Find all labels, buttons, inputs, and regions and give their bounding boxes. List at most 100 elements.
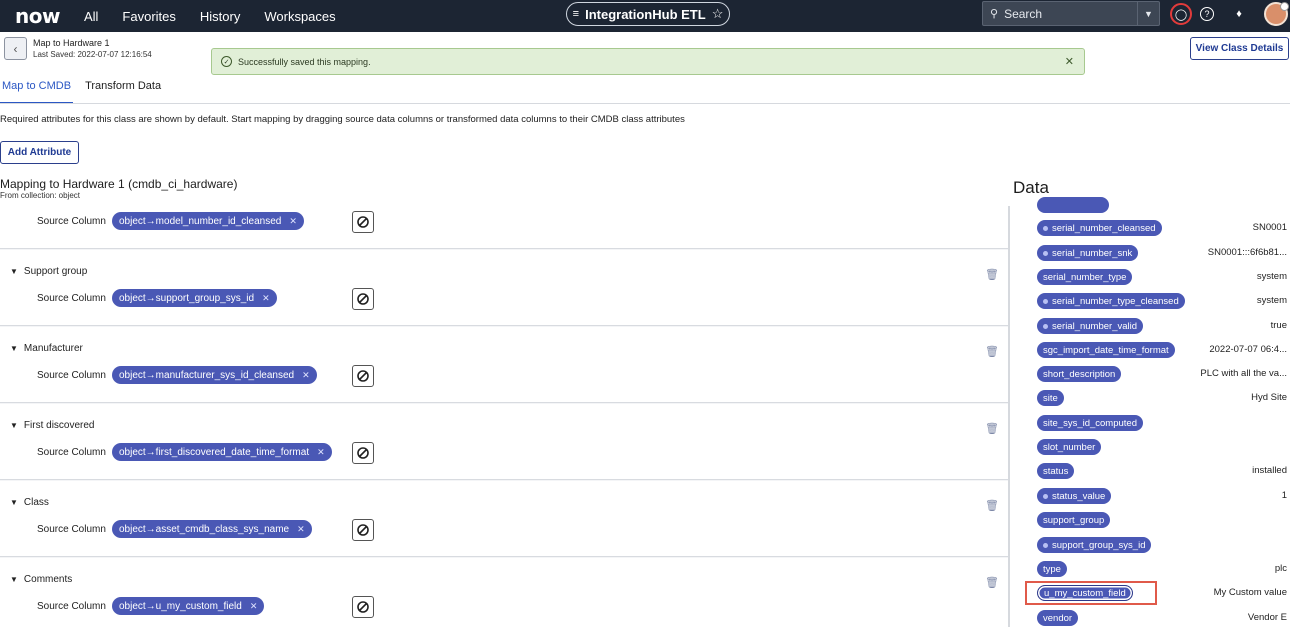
help-icon[interactable]: ? <box>1200 7 1214 21</box>
caret-down-icon[interactable]: ▼ <box>10 344 18 353</box>
data-column-chip[interactable]: site <box>1037 390 1064 406</box>
search-input[interactable]: Search <box>1004 7 1042 21</box>
data-value: installed <box>1252 465 1287 476</box>
nav-history[interactable]: History <box>200 9 240 24</box>
tab-bar: Map to CMDB Transform Data <box>0 74 173 104</box>
transform-icon <box>357 601 369 613</box>
chip-label: object→first_discovered_date_time_format <box>119 446 310 458</box>
global-search[interactable]: ⚲ Search ▼ <box>982 1 1160 26</box>
data-column-chip-highlighted[interactable]: u_my_custom_field <box>1037 585 1133 601</box>
data-column-chip[interactable]: serial_number_type_cleansed <box>1037 293 1185 309</box>
add-attribute-button[interactable]: Add Attribute <box>0 141 79 164</box>
row-label-text: Manufacturer <box>23 343 83 354</box>
trash-icon[interactable]: 🗑 <box>985 268 999 281</box>
source-column-chip[interactable]: object→asset_cmdb_class_sys_name ✕ <box>112 520 312 538</box>
row-label[interactable]: ▼ Class <box>10 497 49 508</box>
caret-down-icon[interactable]: ▼ <box>10 575 18 584</box>
transform-button[interactable] <box>352 288 374 310</box>
data-column-chip[interactable]: serial_number_valid <box>1037 318 1144 334</box>
chip-label: object→asset_cmdb_class_sys_name <box>119 523 290 535</box>
transform-button[interactable] <box>352 442 374 464</box>
transform-button[interactable] <box>352 596 374 618</box>
caret-down-icon[interactable]: ▼ <box>10 498 18 507</box>
data-column-chip[interactable]: support_group <box>1037 512 1111 528</box>
search-dropdown-icon[interactable]: ▼ <box>1137 2 1159 25</box>
chip-label: object→u_my_custom_field <box>119 600 242 612</box>
avatar[interactable] <box>1264 2 1289 26</box>
row-label[interactable]: ▼ Support group <box>10 266 87 277</box>
source-column-chip[interactable]: object→model_number_id_cleansed ✕ <box>112 212 304 230</box>
mapping-row: ▼ Support group 🗑 Source Column object→su… <box>0 250 1008 326</box>
data-column-chip[interactable]: short_description <box>1037 366 1122 382</box>
remove-chip-icon[interactable]: ✕ <box>250 601 258 612</box>
check-circle-icon: ✓ <box>221 56 232 67</box>
dot-icon <box>1043 493 1048 499</box>
remove-chip-icon[interactable]: ✕ <box>289 216 297 227</box>
data-column-chip[interactable]: vendor <box>1037 610 1079 626</box>
tab-transform-data[interactable]: Transform Data <box>83 74 163 104</box>
row-label[interactable]: ▼ Manufacturer <box>10 343 83 354</box>
star-icon[interactable]: ☆ <box>712 6 724 22</box>
mapping-subtitle: From collection: object <box>0 191 81 200</box>
trash-icon[interactable]: 🗑 <box>985 422 999 435</box>
panel-divider[interactable] <box>1008 206 1010 627</box>
chip-label: status_value <box>1052 490 1106 502</box>
row-label[interactable]: ▼ First discovered <box>10 420 95 431</box>
chip-label: serial_number_snk <box>1052 247 1133 259</box>
data-column-chip[interactable]: sgc_import_date_time_format <box>1037 342 1175 358</box>
caret-down-icon[interactable]: ▼ <box>10 267 18 276</box>
remove-chip-icon[interactable]: ✕ <box>302 370 310 381</box>
remove-chip-icon[interactable]: ✕ <box>262 293 270 304</box>
caret-down-icon[interactable]: ▼ <box>10 421 18 430</box>
globe-icon[interactable]: ◯ <box>1170 3 1192 25</box>
transform-button[interactable] <box>352 211 374 233</box>
record-title: Map to Hardware 1 <box>33 38 110 48</box>
data-column-chip[interactable]: support_group_sys_id <box>1037 537 1152 553</box>
mapping-title: Mapping to Hardware 1 (cmdb_ci_hardware) <box>0 177 238 191</box>
dot-icon <box>1043 250 1048 256</box>
chip-label: site_sys_id_computed <box>1043 417 1137 429</box>
bell-icon[interactable]: ♦ <box>1230 5 1248 23</box>
source-column-chip[interactable]: object→u_my_custom_field ✕ <box>112 597 265 615</box>
source-column-chip[interactable]: object→support_group_sys_id ✕ <box>112 289 277 307</box>
source-column-chip[interactable]: object→first_discovered_date_time_format… <box>112 443 332 461</box>
data-value: system <box>1256 271 1287 282</box>
source-column-chip[interactable]: object→manufacturer_sys_id_cleansed ✕ <box>112 366 317 384</box>
data-value: Hyd Site <box>1251 392 1287 403</box>
data-column-chip-partial[interactable] <box>1037 197 1109 213</box>
nav-all[interactable]: All <box>84 9 98 24</box>
trash-icon[interactable]: 🗑 <box>985 576 999 589</box>
trash-icon[interactable]: 🗑 <box>985 345 999 358</box>
dot-icon <box>1043 323 1048 329</box>
data-column-chip[interactable]: slot_number <box>1037 439 1102 455</box>
transform-button[interactable] <box>352 365 374 387</box>
chip-label: serial_number_type_cleansed <box>1052 295 1179 307</box>
row-label[interactable]: ▼ Comments <box>10 574 72 585</box>
data-column-chip[interactable]: status <box>1037 463 1075 479</box>
source-column-label: Source Column <box>37 293 106 304</box>
data-value: SN0001 <box>1252 222 1287 233</box>
chip-label: site <box>1043 392 1058 404</box>
servicenow-logo[interactable]: now <box>15 4 60 28</box>
search-icon: ⚲ <box>990 8 999 20</box>
tab-map-to-cmdb[interactable]: Map to CMDB <box>0 74 74 104</box>
nav-favorites[interactable]: Favorites <box>122 9 175 24</box>
data-column-chip[interactable]: serial_number_snk <box>1037 245 1139 261</box>
data-column-chip[interactable]: site_sys_id_computed <box>1037 415 1143 431</box>
data-column-chip[interactable]: serial_number_cleansed <box>1037 220 1162 236</box>
data-column-chip[interactable]: status_value <box>1037 488 1112 504</box>
chip-label: status <box>1043 465 1069 477</box>
view-class-details-button[interactable]: View Class Details <box>1190 37 1289 60</box>
remove-chip-icon[interactable]: ✕ <box>317 447 325 458</box>
nav-links: All Favorites History Workspaces <box>84 9 360 24</box>
trash-icon[interactable]: 🗑 <box>985 499 999 512</box>
data-column-chip[interactable]: type <box>1037 561 1067 577</box>
nav-workspaces[interactable]: Workspaces <box>264 9 335 24</box>
back-button[interactable]: ‹ <box>4 37 27 60</box>
remove-chip-icon[interactable]: ✕ <box>297 524 305 535</box>
app-title-pill[interactable]: ≡ IntegrationHub ETL ☆ <box>566 2 730 26</box>
transform-button[interactable] <box>352 519 374 541</box>
row-label-text: Class <box>23 497 49 508</box>
data-column-chip[interactable]: serial_number_type <box>1037 269 1133 285</box>
close-icon[interactable]: ✕ <box>1065 55 1074 68</box>
